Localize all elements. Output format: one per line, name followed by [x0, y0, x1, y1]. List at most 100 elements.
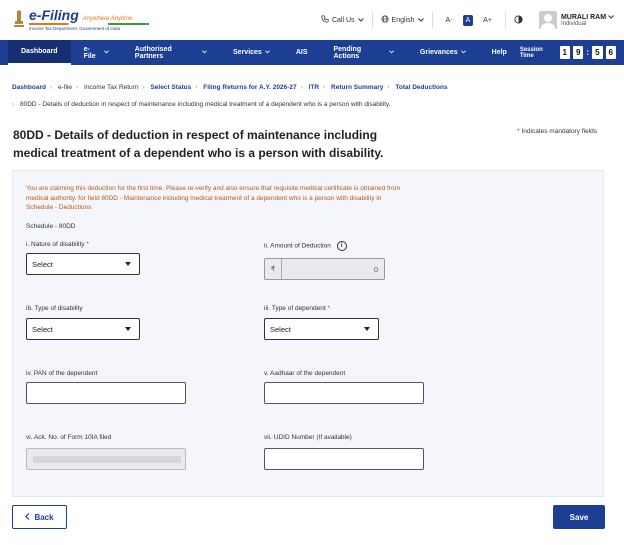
- nav-label: Help: [491, 49, 507, 56]
- avatar: [538, 11, 557, 29]
- udid-number-label: vii. UDID Number (If available): [264, 434, 352, 441]
- deduction-form: You are claiming this deduction for the …: [12, 170, 604, 497]
- chevron-down-icon: [608, 14, 614, 21]
- udid-number-input[interactable]: [264, 448, 424, 470]
- schedule-label: Schedule - 80DD: [26, 223, 76, 230]
- font-normal-button[interactable]: A: [462, 14, 474, 26]
- session-label: Session Time: [519, 46, 543, 59]
- nav-services[interactable]: Services: [220, 40, 283, 65]
- chevron-down-icon: [103, 49, 109, 56]
- contrast-icon: [514, 14, 523, 26]
- nature-of-disability-label: i. Nature of disability *: [26, 241, 89, 248]
- efiling-logo[interactable]: e-Filing Anywhere Anytime Income Tax Dep…: [12, 8, 149, 32]
- type-of-dependent-text: iii. Type of dependent: [264, 305, 326, 312]
- breadcrumb-dashboard[interactable]: Dashboard: [12, 84, 46, 91]
- warning-message: You are claiming this deduction for the …: [26, 185, 401, 211]
- nav-ais[interactable]: AIS: [283, 40, 321, 65]
- required-asterisk: *: [517, 128, 520, 135]
- type-of-dependent-label: iii. Type of dependent *: [264, 305, 330, 312]
- page-title: 80DD - Details of deduction in respect o…: [13, 126, 393, 162]
- type-of-dependent-select[interactable]: Select: [264, 318, 379, 340]
- page-title-line1: 80DD - Details of deduction in respect o…: [13, 128, 378, 142]
- caret-down-icon: [364, 327, 370, 331]
- nav-dashboard[interactable]: Dashboard: [8, 40, 71, 65]
- session-timer: Session Time 1 9 : 5 6: [520, 46, 616, 59]
- chevron-down-icon: [460, 49, 466, 56]
- redacted-value: [33, 456, 181, 463]
- mandatory-note: * Indicates mandatory fields: [517, 128, 597, 135]
- nav-efile[interactable]: e-File: [71, 40, 122, 65]
- nav-label: e-File: [83, 45, 96, 60]
- breadcrumb-return-summary[interactable]: Return Summary: [331, 84, 383, 91]
- breadcrumb-total-deductions[interactable]: Total Deductions: [395, 84, 447, 91]
- amount-of-deduction-label: ii. Amount of Deduction i: [264, 241, 347, 251]
- back-button[interactable]: Back: [12, 505, 67, 529]
- mandatory-note-text: Indicates mandatory fields: [521, 128, 597, 135]
- save-button[interactable]: Save: [553, 505, 605, 529]
- type-of-disability-select[interactable]: Select: [26, 318, 140, 340]
- caret-down-icon: [125, 327, 131, 331]
- call-us-label: Call Us: [331, 16, 355, 24]
- breadcrumb-select-status[interactable]: Select Status: [150, 84, 191, 91]
- type-of-disability-label: ib. Type of disability: [26, 305, 83, 312]
- session-digit: 9: [572, 46, 584, 59]
- nav-label: Authorised Partners: [134, 45, 172, 60]
- breadcrumb-income-tax-return: Income Tax Return: [84, 84, 139, 91]
- nav-label: AIS: [295, 49, 308, 56]
- session-digit: 5: [592, 46, 603, 59]
- user-menu[interactable]: MURALI RAM Individual: [531, 11, 614, 29]
- nav-authorised-partners[interactable]: Authorised Partners: [122, 40, 220, 65]
- font-decrease-button[interactable]: A-: [443, 15, 456, 26]
- ack-no-form-10ia-label: vi. Ack. No. of Form 10IA filed: [26, 434, 112, 441]
- nav-help[interactable]: Help: [479, 40, 520, 65]
- breadcrumb-itr[interactable]: ITR: [309, 84, 319, 91]
- nav-label: Grievances: [419, 49, 458, 56]
- nav-grievances[interactable]: Grievances: [407, 40, 479, 65]
- emblem-icon: [12, 9, 26, 31]
- pan-of-dependent-input[interactable]: [26, 382, 186, 404]
- nav-label: Services: [233, 49, 262, 56]
- chevron-down-icon: [357, 17, 364, 24]
- session-digit: 1: [559, 46, 570, 59]
- breadcrumb-current: 80DD - Details of deduction in respect o…: [19, 101, 391, 108]
- info-icon[interactable]: i: [336, 241, 347, 251]
- chevron-left-icon: [25, 512, 30, 522]
- nav-pending-actions[interactable]: Pending Actions: [321, 40, 407, 65]
- amount-value: 0: [373, 264, 378, 274]
- required-asterisk: *: [86, 241, 89, 248]
- contrast-toggle[interactable]: [506, 14, 531, 26]
- nature-of-disability-select[interactable]: Select: [26, 253, 140, 275]
- session-digit: 6: [605, 46, 616, 59]
- logo-subtitle: Income Tax Department, Government of Ind…: [29, 26, 120, 32]
- amount-of-deduction-text: ii. Amount of Deduction: [264, 242, 331, 250]
- user-name: MURALI RAM: [560, 13, 607, 21]
- language-label: English: [391, 16, 415, 24]
- nav-label: Pending Actions: [333, 45, 362, 60]
- call-us-menu[interactable]: Call Us: [313, 15, 372, 25]
- pan-of-dependent-label: iv. PAN of the dependent: [26, 370, 98, 377]
- nature-of-disability-text: i. Nature of disability: [26, 241, 85, 248]
- aadhaar-of-dependent-input[interactable]: [264, 382, 424, 404]
- aadhaar-of-dependent-label: v. Aadhaar of the dependent: [264, 370, 346, 377]
- language-selector[interactable]: English: [373, 15, 432, 25]
- logo-title: e-Filing: [29, 7, 79, 24]
- chevron-down-icon: [417, 17, 424, 24]
- back-label: Back: [34, 512, 54, 522]
- globe-icon: [380, 15, 389, 25]
- select-value: Select: [270, 324, 291, 334]
- nav-label: Dashboard: [21, 48, 58, 55]
- required-asterisk: *: [327, 305, 331, 312]
- phone-icon: [321, 15, 329, 25]
- chevron-down-icon: [202, 49, 207, 56]
- chevron-down-icon: [264, 49, 270, 56]
- user-role: Individual: [560, 20, 587, 27]
- rupee-icon: ₹: [265, 259, 282, 279]
- logo-tagline: Anywhere Anytime: [82, 16, 133, 23]
- select-value: Select: [32, 324, 53, 334]
- top-header: e-Filing Anywhere Anytime Income Tax Dep…: [0, 0, 624, 40]
- ack-no-form-10ia-field: [26, 448, 186, 470]
- breadcrumb: Dashboard › e-file › Income Tax Return › Se…: [12, 84, 448, 108]
- breadcrumb-filing-returns[interactable]: Filing Returns for A.Y. 2026-27: [203, 84, 296, 91]
- breadcrumb-efile: e-file: [57, 84, 73, 91]
- font-increase-button[interactable]: A+: [480, 15, 495, 26]
